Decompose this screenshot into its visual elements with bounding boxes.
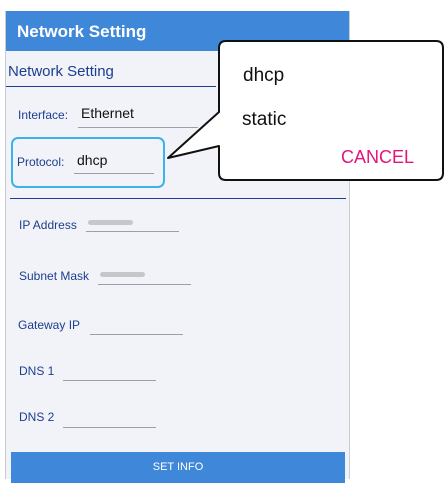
protocol-dropdown-popup	[167, 40, 444, 181]
dropdown-option-dhcp[interactable]: dhcp	[243, 65, 284, 87]
dropdown-option-static[interactable]: static	[242, 109, 286, 131]
cancel-button[interactable]: CANCEL	[341, 147, 414, 168]
